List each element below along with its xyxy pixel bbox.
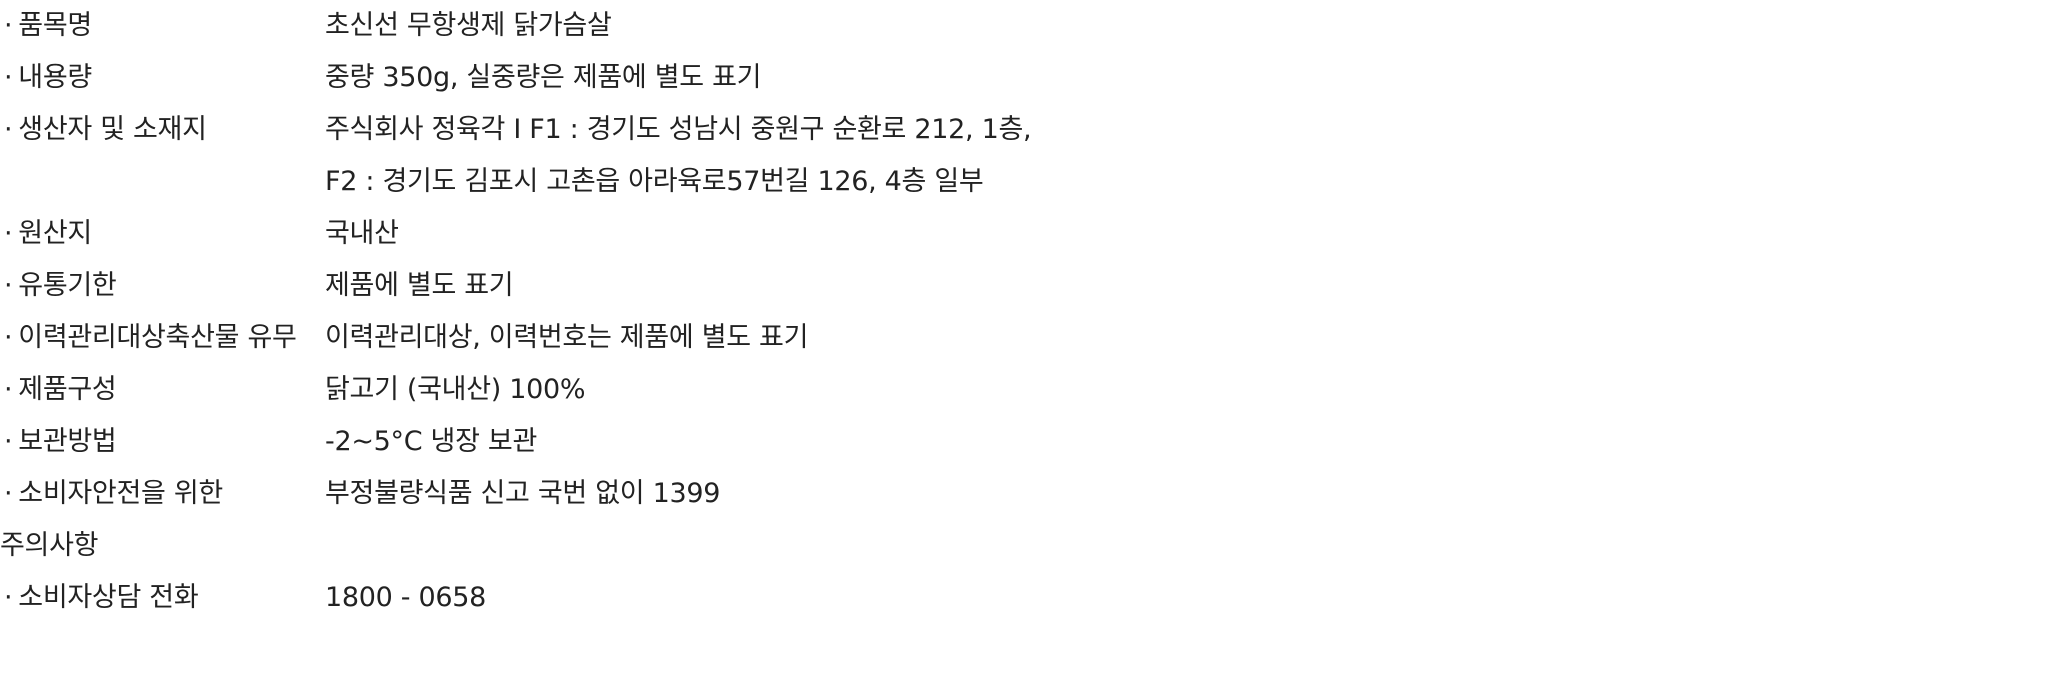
info-row-storage: · 보관방법 -2~5°C 냉장 보관 xyxy=(0,416,1100,468)
info-value: -2~5°C 냉장 보관 xyxy=(325,426,537,457)
info-label: · 품목명 xyxy=(0,0,325,52)
info-value: 이력관리대상, 이력번호는 제품에 별도 표기 xyxy=(325,322,809,353)
info-row-consumer-phone: · 소비자상담 전화 1800 - 0658 xyxy=(0,572,1100,624)
info-label: · 이력관리대상축산물 유무 xyxy=(0,312,325,364)
bullet-dot: · xyxy=(4,218,13,249)
info-value: 국내산 xyxy=(325,218,399,249)
info-label: · 제품구성 xyxy=(0,364,325,416)
info-row-origin: · 원산지 국내산 xyxy=(0,208,1100,260)
bullet-dot: · xyxy=(4,582,13,613)
info-value: 중량 350g, 실중량은 제품에 별도 표기 xyxy=(325,62,762,93)
info-label: · 소비자안전을 위한 주의사항 xyxy=(0,468,325,572)
bullet-dot: · xyxy=(4,374,13,405)
info-row-product-name: · 품목명 초신선 무항생제 닭가슴살 xyxy=(0,0,1100,52)
info-value: 부정불량식품 신고 국번 없이 1399 xyxy=(325,478,721,509)
info-label-text: 이력관리대상축산물 유무 xyxy=(18,322,297,353)
info-row-composition: · 제품구성 닭고기 (국내산) 100% xyxy=(0,364,1100,416)
bullet-dot: · xyxy=(4,62,13,93)
info-label-text: 제품구성 xyxy=(18,374,117,405)
info-label-text: 보관방법 xyxy=(18,426,117,457)
info-row-safety-notice: · 소비자안전을 위한 주의사항 부정불량식품 신고 국번 없이 1399 xyxy=(0,468,1100,572)
product-info-table: · 품목명 초신선 무항생제 닭가슴살 · 내용량 중량 350g, 실중량은 제품… xyxy=(0,0,1100,624)
bullet-dot: · xyxy=(4,426,13,457)
info-label-text: 내용량 xyxy=(18,62,92,93)
info-row-traceability: · 이력관리대상축산물 유무 이력관리대상, 이력번호는 제품에 별도 표기 xyxy=(0,312,1100,364)
info-label: · 보관방법 xyxy=(0,416,325,468)
info-value: 닭고기 (국내산) 100% xyxy=(325,374,586,405)
info-value: 제품에 별도 표기 xyxy=(325,270,514,301)
info-label-text: 소비자안전을 위한 주의사항 xyxy=(0,478,223,561)
bullet-dot: · xyxy=(4,10,13,41)
info-row-expiry: · 유통기한 제품에 별도 표기 xyxy=(0,260,1100,312)
info-label: · 생산자 및 소재지 xyxy=(0,104,325,156)
info-label-text: 생산자 및 소재지 xyxy=(18,114,207,145)
info-label-text: 유통기한 xyxy=(18,270,117,301)
info-row-producer-location: · 생산자 및 소재지 주식회사 정육각 I F1 : 경기도 성남시 중원구 순… xyxy=(0,104,1100,208)
info-label: · 원산지 xyxy=(0,208,325,260)
bullet-dot: · xyxy=(4,478,13,509)
info-label-text: 소비자상담 전화 xyxy=(18,582,199,613)
info-value: 주식회사 정육각 I F1 : 경기도 성남시 중원구 순환로 212, 1층,… xyxy=(325,114,1032,197)
bullet-dot: · xyxy=(4,114,13,145)
info-value: 1800 - 0658 xyxy=(325,582,487,613)
info-value: 초신선 무항생제 닭가슴살 xyxy=(325,10,612,41)
info-label-text: 품목명 xyxy=(18,10,92,41)
info-row-content-amount: · 내용량 중량 350g, 실중량은 제품에 별도 표기 xyxy=(0,52,1100,104)
info-label-text: 원산지 xyxy=(18,218,92,249)
info-label: · 내용량 xyxy=(0,52,325,104)
info-label: · 유통기한 xyxy=(0,260,325,312)
info-label: · 소비자상담 전화 xyxy=(0,572,325,624)
bullet-dot: · xyxy=(4,270,13,301)
bullet-dot: · xyxy=(4,322,13,353)
